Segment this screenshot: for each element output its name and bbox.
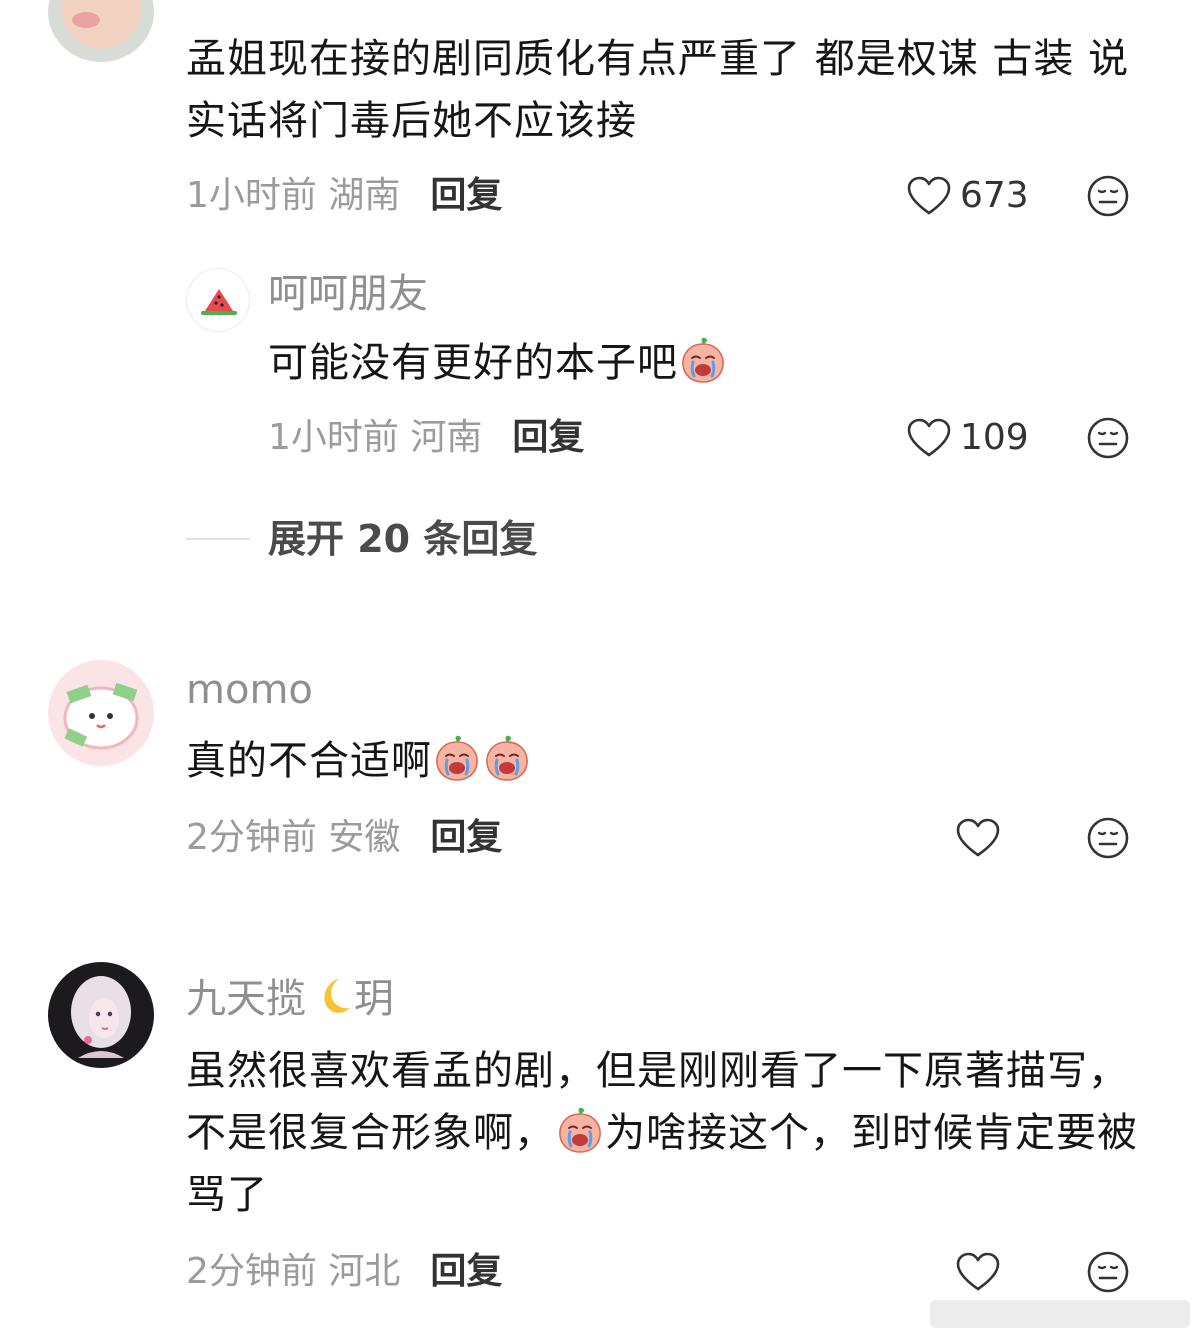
neutral-face-icon[interactable] [1086, 174, 1130, 218]
divider [186, 538, 250, 540]
reply-meta: 1小时前 河南 回复 [268, 420, 584, 456]
username[interactable]: 九天揽玥 [186, 972, 394, 1020]
neutral-face-icon[interactable] [1086, 416, 1130, 460]
crying-peach-emoji [433, 734, 481, 782]
like-count: 673 [960, 175, 1029, 216]
crying-peach-emoji [556, 1106, 604, 1154]
reply-button[interactable]: 回复 [430, 175, 502, 216]
heart-outline-icon [955, 1251, 1001, 1293]
comment-meta: 2分钟前 安徽 回复 [186, 820, 502, 856]
time-location: 2分钟前 安徽 [186, 817, 401, 858]
like-button[interactable] [955, 816, 1001, 860]
watermark [930, 1300, 1190, 1328]
like-count: 109 [960, 417, 1029, 458]
neutral-face-icon[interactable] [1086, 1250, 1130, 1294]
like-button[interactable] [955, 1250, 1001, 1294]
comment-text: 孟姐现在接的剧同质化有点严重了 都是权谋 古装 说实话将门毒后她不应该接 [186, 36, 1130, 144]
comment-meta: 1小时前 湖南 回复 [186, 178, 502, 214]
reply-username[interactable]: 呵呵朋友 [268, 274, 428, 314]
reply-button[interactable]: 回复 [512, 417, 584, 458]
time-location: 1小时前 河南 [268, 417, 483, 458]
reply-text: 可能没有更好的本子吧 [268, 332, 1148, 394]
heart-outline-icon [906, 417, 952, 459]
avatar[interactable] [48, 660, 154, 766]
crying-peach-emoji [483, 734, 531, 782]
comment-text: 真的不合适啊 [186, 730, 1146, 792]
avatar[interactable] [48, 0, 154, 62]
like-button[interactable]: 673 [906, 174, 1029, 218]
comment-meta: 2分钟前 河北 回复 [186, 1254, 502, 1290]
comment-text: 虽然很喜欢看孟的剧，但是刚刚看了一下原著描写，不是很复合形象啊， 为啥接这个，到时… [186, 1048, 1138, 1218]
like-button[interactable]: 109 [906, 416, 1029, 460]
expand-replies-label: 展开 20 条回复 [268, 517, 538, 561]
username[interactable]: momo [186, 670, 313, 710]
neutral-face-icon[interactable] [1086, 816, 1130, 860]
heart-outline-icon [906, 175, 952, 217]
reply-button[interactable]: 回复 [430, 817, 502, 858]
watermelon-icon [201, 289, 237, 315]
heart-outline-icon [955, 817, 1001, 859]
expand-replies-button[interactable]: 展开 20 条回复 [186, 520, 537, 558]
reply-button[interactable]: 回复 [430, 1251, 502, 1292]
crescent-moon-icon [324, 978, 350, 1013]
crying-peach-emoji [679, 336, 727, 384]
time-location: 2分钟前 河北 [186, 1251, 401, 1292]
time-location: 1小时前 湖南 [186, 175, 401, 216]
avatar[interactable] [48, 962, 154, 1068]
reply-avatar[interactable] [186, 268, 250, 332]
